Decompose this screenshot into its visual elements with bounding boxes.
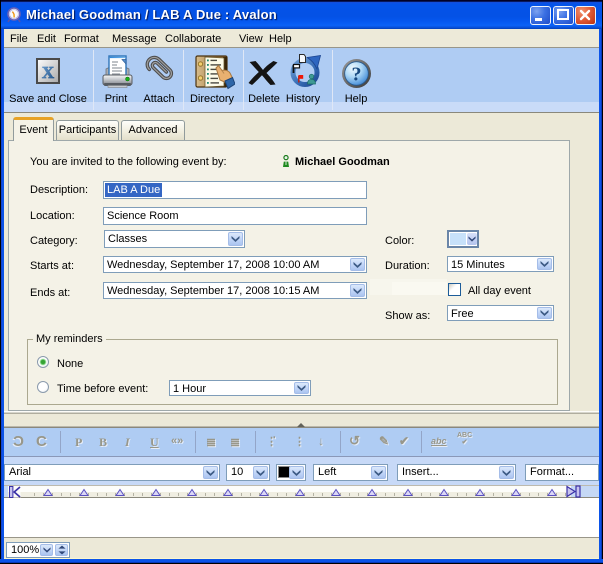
svg-text:?: ? [352, 64, 362, 86]
svg-text:X: X [42, 63, 55, 82]
